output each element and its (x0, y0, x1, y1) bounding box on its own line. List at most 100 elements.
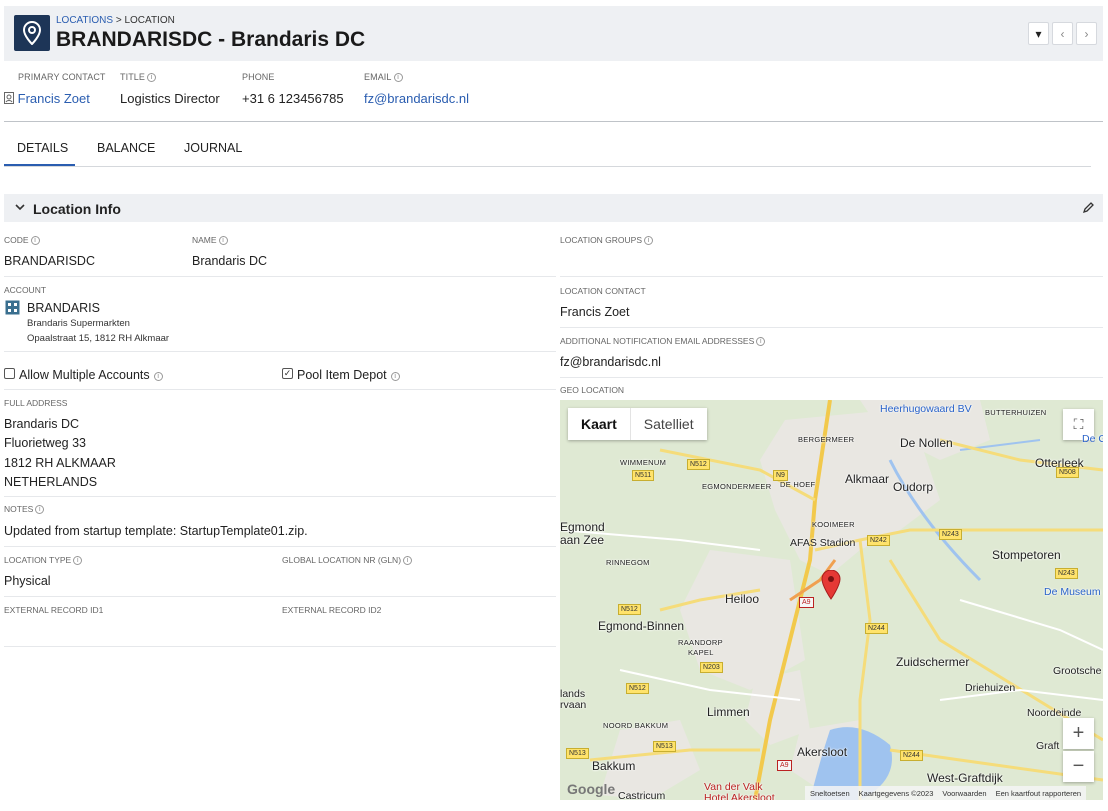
title-label: TITLE i (120, 72, 157, 82)
map-label: KAPEL (688, 648, 714, 657)
tab-balance[interactable]: BALANCE (97, 141, 155, 155)
road-label: N512 (626, 683, 649, 694)
terms-link[interactable]: Voorwaarden (942, 789, 986, 800)
map-label: West-Graftdijk (927, 771, 1003, 785)
row-divider (560, 327, 1103, 328)
keyboard-shortcuts-link[interactable]: Sneltoetsen (810, 789, 850, 800)
info-icon: i (644, 236, 654, 245)
info-icon: i (35, 505, 45, 514)
map-label: De Nollen (900, 436, 953, 450)
map-footer: Sneltoetsen Kaartgegevens ©2023 Voorwaar… (805, 786, 1087, 800)
map-label: RAANDORP (678, 638, 723, 647)
dropdown-menu-button[interactable]: ▾ (1028, 22, 1049, 45)
edit-pencil-icon[interactable] (1082, 201, 1095, 214)
phone-value: +31 6 123456785 (242, 91, 344, 106)
map-type-satellite-button[interactable]: Satelliet (631, 408, 707, 440)
name-label: NAME i (192, 235, 228, 245)
road-label: N9 (773, 470, 788, 481)
map-label: WIMMENUM (620, 458, 667, 467)
pool-item-depot-label: Pool Item Depot i (297, 368, 400, 382)
map-label: De G (1082, 433, 1103, 445)
location-contact-label: LOCATION CONTACT (560, 286, 646, 296)
zoom-out-button[interactable]: − (1063, 751, 1094, 782)
map-type-toggle: Kaart Satelliet (568, 408, 707, 440)
zoom-in-button[interactable]: + (1063, 718, 1094, 749)
plus-icon: + (1072, 722, 1085, 744)
map-label: Graft (1036, 740, 1060, 752)
map-label: Limmen (707, 705, 750, 719)
email-label: EMAIL i (364, 72, 403, 82)
external-record-id2-label: EXTERNAL RECORD ID2 (282, 605, 382, 615)
account-address: Opaalstraat 15, 1812 RH Alkmaar (27, 333, 170, 344)
map-label: Heerhugowaard BV (880, 403, 972, 415)
road-label: N512 (687, 459, 710, 470)
map-label: BUTTERHUIZEN (985, 408, 1047, 417)
external-record-id1-label: EXTERNAL RECORD ID1 (4, 605, 104, 615)
map-label: KOOIMEER (812, 520, 855, 529)
divider (4, 121, 1103, 122)
tabs-divider (4, 166, 1091, 167)
notes-label: NOTES i (4, 504, 45, 514)
account-building-icon (5, 300, 20, 315)
fullscreen-icon: ⛶ (1073, 416, 1084, 432)
allow-multiple-accounts-checkbox[interactable] (4, 368, 15, 379)
map-label: Stompetoren (992, 548, 1061, 562)
allow-multiple-accounts-label: Allow Multiple Accounts i (19, 368, 163, 382)
code-label-text: CODE (4, 235, 29, 245)
map-label: Egmond-Binnen (598, 619, 685, 633)
road-label: N511 (632, 470, 655, 481)
location-type-label: LOCATION TYPE i (4, 555, 83, 565)
additional-email-value: fz@brandarisdc.nl (560, 355, 661, 369)
breadcrumb-current: LOCATION (124, 15, 175, 26)
primary-contact-link[interactable]: Francis Zoet (18, 91, 90, 106)
row-divider (4, 351, 556, 352)
previous-record-button[interactable]: ‹ (1052, 22, 1073, 45)
tab-journal[interactable]: JOURNAL (184, 141, 242, 155)
map-label: RINNEGOM (606, 558, 650, 567)
tab-details[interactable]: DETAILS (17, 141, 68, 155)
page-header: LOCATIONS > LOCATION BRANDARISDC - Brand… (4, 6, 1103, 61)
next-record-button[interactable]: › (1076, 22, 1097, 45)
row-divider (4, 646, 556, 647)
address-line-1: Brandaris DC (4, 417, 80, 431)
location-contact-link[interactable]: Francis Zoet (560, 305, 629, 319)
location-groups-label-text: LOCATION GROUPS (560, 235, 643, 245)
map-label: rvaan (560, 699, 587, 711)
chevron-right-icon: › (1084, 26, 1089, 41)
road-label: N513 (653, 741, 676, 752)
geo-location-map[interactable]: Kaart Satelliet ⛶ + − Heerhugowaard BV B… (560, 400, 1103, 800)
notes-value: Updated from startup template: StartupTe… (4, 524, 308, 538)
map-label: Noordeinde (1027, 707, 1082, 719)
additional-email-label: ADDITIONAL NOTIFICATION EMAIL ADDRESSES i (560, 336, 766, 346)
map-label: DE HOEF (780, 480, 816, 489)
map-label: BERGERMEER (798, 435, 855, 444)
road-label: N512 (618, 604, 641, 615)
road-label: A9 (799, 597, 814, 608)
account-code-link[interactable]: BRANDARIS (27, 301, 100, 315)
breadcrumb-locations-link[interactable]: LOCATIONS (56, 15, 113, 26)
info-icon: i (147, 73, 157, 82)
pool-item-depot-text: Pool Item Depot (297, 368, 387, 382)
location-info-section-header[interactable]: Location Info (4, 194, 1103, 222)
address-line-2: Fluorietweg 33 (4, 436, 86, 450)
code-value: BRANDARISDC (4, 254, 95, 268)
email-link[interactable]: fz@brandarisdc.nl (364, 91, 469, 106)
road-label: N244 (900, 750, 923, 761)
road-label: N243 (939, 529, 962, 540)
additional-email-label-text: ADDITIONAL NOTIFICATION EMAIL ADDRESSES (560, 336, 755, 346)
map-marker-icon (821, 570, 841, 600)
map-type-map-button[interactable]: Kaart (568, 408, 631, 440)
pool-item-depot-checkbox[interactable]: ✓ (282, 368, 293, 379)
row-divider (560, 377, 1103, 378)
map-label: Egmond (560, 520, 605, 534)
map-label: Akersloot (797, 745, 848, 759)
account-label: ACCOUNT (4, 285, 47, 295)
primary-contact-label: PRIMARY CONTACT (18, 72, 106, 82)
info-icon: i (393, 73, 403, 82)
map-label: Zuidschermer (896, 655, 970, 669)
map-label: De Museum (1044, 586, 1101, 598)
road-label: N242 (867, 535, 890, 546)
chevron-left-icon: ‹ (1060, 26, 1065, 41)
road-label: N508 (1056, 467, 1079, 478)
report-map-error-link[interactable]: Een kaartfout rapporteren (996, 789, 1081, 800)
